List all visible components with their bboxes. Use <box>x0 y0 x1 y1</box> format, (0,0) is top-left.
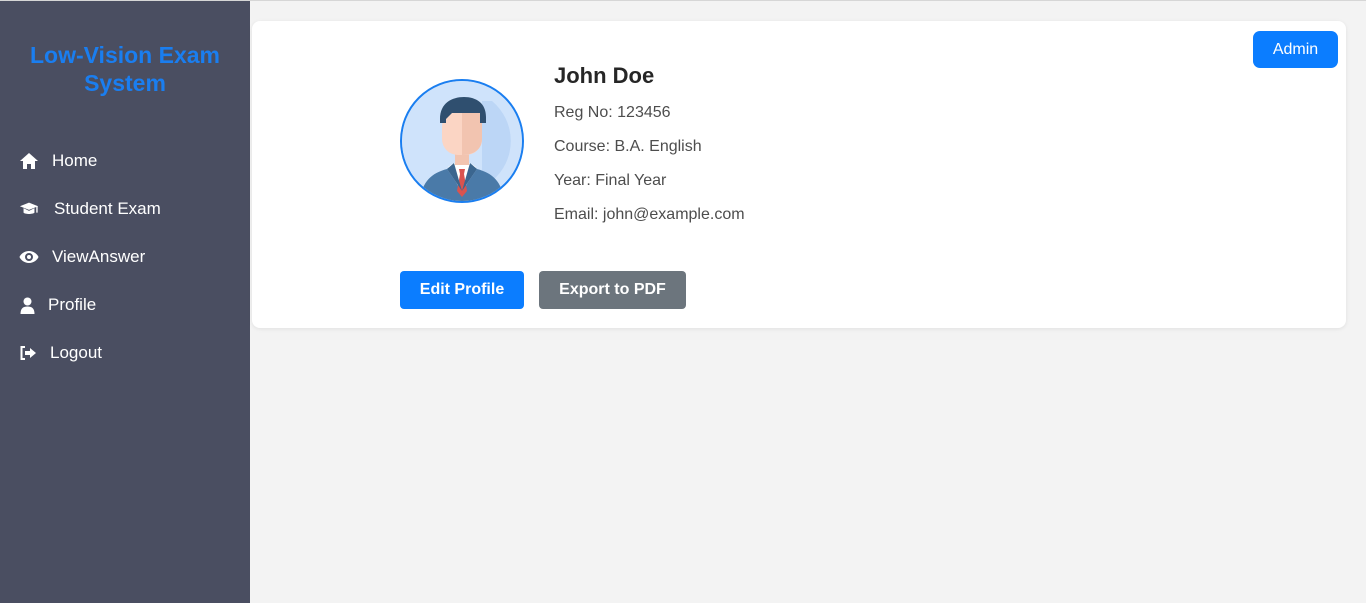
sidebar-nav: Home Student Exam ViewAnswer Profile Log… <box>0 137 250 377</box>
eye-icon <box>19 250 39 264</box>
graduation-cap-icon <box>19 201 39 217</box>
profile-name: John Doe <box>554 63 655 88</box>
year: Year: Final Year <box>554 172 667 189</box>
reg-no: Reg No: 123456 <box>554 104 671 121</box>
sidebar-item-label: Student Exam <box>54 199 161 218</box>
sidebar-item-label: ViewAnswer <box>52 247 146 266</box>
edit-profile-button[interactable]: Edit Profile <box>400 271 524 309</box>
sidebar-item-logout[interactable]: Logout <box>0 329 250 377</box>
admin-button[interactable]: Admin <box>1253 31 1338 68</box>
export-pdf-button[interactable]: Export to PDF <box>539 271 686 309</box>
user-icon <box>19 297 35 314</box>
profile-info: John Doe Reg No: 123456 Course: B.A. Eng… <box>554 63 745 225</box>
profile-card: Admin John Doe Reg No: 123456 Course: B.… <box>252 21 1346 328</box>
app-title: Low-Vision Exam System <box>29 42 220 96</box>
email: Email: john@example.com <box>554 206 745 223</box>
sidebar: Low-Vision Exam System Home Student Exam… <box>0 1 250 603</box>
sidebar-item-label: Home <box>52 151 98 170</box>
sidebar-item-label: Logout <box>50 343 102 362</box>
sidebar-item-label: Profile <box>48 295 97 314</box>
businessman-avatar-icon <box>402 81 522 201</box>
avatar <box>400 79 524 203</box>
home-icon <box>19 152 39 170</box>
sidebar-item-home[interactable]: Home <box>0 137 250 185</box>
sidebar-item-profile[interactable]: Profile <box>0 281 250 329</box>
sidebar-item-view-answer[interactable]: ViewAnswer <box>0 233 250 281</box>
course: Course: B.A. English <box>554 138 702 155</box>
sidebar-item-student-exam[interactable]: Student Exam <box>0 185 250 233</box>
sign-out-icon <box>19 345 37 361</box>
main-content: Admin John Doe Reg No: 123456 Course: B.… <box>250 1 1366 603</box>
